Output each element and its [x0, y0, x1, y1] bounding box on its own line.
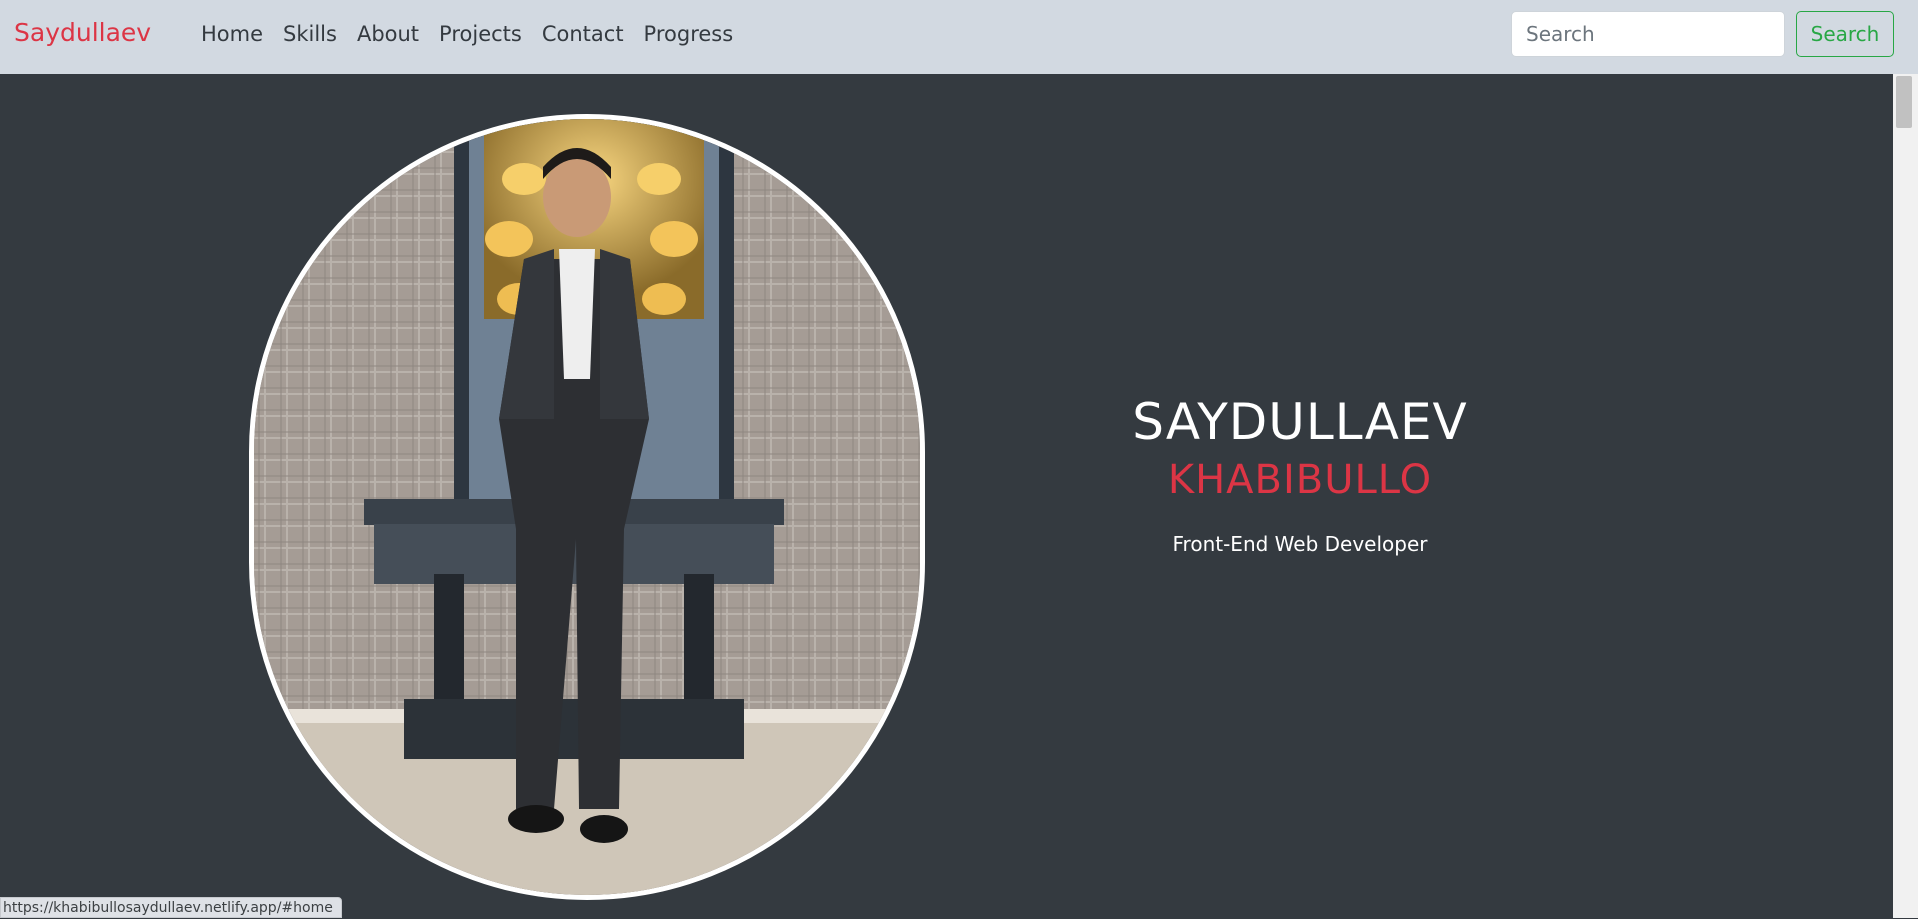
nav-links: Home Skills About Projects Contact Progr…	[191, 0, 743, 68]
hero-role: Front-End Web Developer	[1172, 532, 1428, 556]
search-button[interactable]: Search	[1796, 11, 1894, 57]
vertical-scrollbar[interactable]	[1893, 74, 1918, 918]
nav-link-contact[interactable]: Contact	[532, 22, 634, 46]
portrait-image	[249, 114, 925, 900]
nav-link-home[interactable]: Home	[191, 22, 273, 46]
hero-section: SAYDULLAEV KHABIBULLO Front-End Web Deve…	[0, 74, 1893, 918]
scrollbar-thumb[interactable]	[1896, 76, 1912, 128]
nav-link-projects[interactable]: Projects	[429, 22, 532, 46]
hero-first-name: SAYDULLAEV	[1132, 393, 1468, 451]
nav-link-skills[interactable]: Skills	[273, 22, 347, 46]
nav-link-progress[interactable]: Progress	[634, 22, 744, 46]
hero-last-name: KHABIBULLO	[1167, 457, 1433, 503]
status-bar-url: https://khabibullosaydullaev.netlify.app…	[0, 897, 342, 918]
brand-logo-link[interactable]: Saydullaev	[14, 18, 151, 47]
search-input[interactable]	[1511, 11, 1785, 57]
nav-link-about[interactable]: About	[347, 22, 429, 46]
hero-text: SAYDULLAEV KHABIBULLO Front-End Web Deve…	[1000, 392, 1600, 556]
navbar: Saydullaev Home Skills About Projects Co…	[0, 0, 1918, 74]
